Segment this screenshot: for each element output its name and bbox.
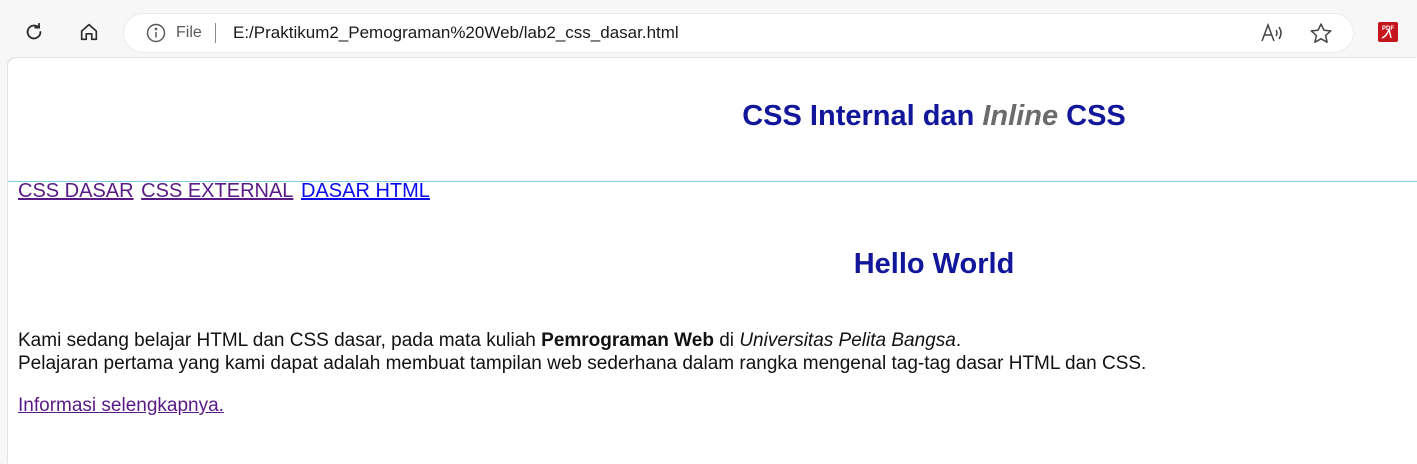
page-title: CSS Internal dan Inline CSS (8, 100, 1417, 133)
para-italic-university: Universitas Pelita Bangsa (739, 330, 956, 351)
reload-icon (26, 22, 42, 40)
home-icon (80, 23, 98, 41)
browser-toolbar: File E:/Praktikum2_Pemograman%20Web/lab2… (0, 0, 1417, 60)
pdf-extension-icon[interactable]: PDF (1376, 20, 1400, 44)
para-line1-mid: di (713, 330, 740, 351)
address-bar[interactable]: File E:/Praktikum2_Pemograman%20Web/lab2… (124, 14, 1353, 52)
para-bold-course: Pemrograman Web (541, 330, 714, 351)
favorite-star-icon[interactable] (1309, 22, 1333, 44)
para-line1-text: Kami sedang belajar HTML dan CSS dasar, … (18, 330, 542, 351)
para-line2: Pelajaran pertama yang kami dapat adalah… (18, 353, 1147, 374)
url-text[interactable]: E:/Praktikum2_Pemograman%20Web/lab2_css_… (233, 23, 679, 43)
title-italic: Inline (982, 100, 1059, 132)
main-nav: CSS DASAR CSS EXTERNAL DASAR HTML (18, 180, 432, 203)
more-info-link[interactable]: Informasi selengkapnya. (18, 395, 224, 417)
hello-heading: Hello World (853, 248, 1015, 280)
intro-paragraph: Kami sedang belajar HTML dan CSS dasar, … (18, 329, 1408, 375)
info-icon[interactable] (146, 23, 166, 43)
address-separator (215, 23, 216, 43)
nav-link-dasar-html[interactable]: DASAR HTML (301, 180, 430, 202)
read-aloud-icon[interactable] (1260, 22, 1284, 44)
title-part-2: CSS (1058, 100, 1126, 132)
scheme-label: File (176, 24, 202, 41)
nav-link-css-external[interactable]: CSS EXTERNAL (141, 180, 293, 202)
home-button[interactable] (71, 14, 107, 50)
nav-link-css-dasar[interactable]: CSS DASAR (18, 180, 134, 202)
reload-button[interactable] (16, 14, 52, 50)
page-viewport: CSS Internal dan Inline CSS CSS DASAR CS… (8, 58, 1417, 464)
title-part-1: CSS Internal dan (742, 100, 983, 132)
para-line1-end: . (955, 330, 962, 351)
